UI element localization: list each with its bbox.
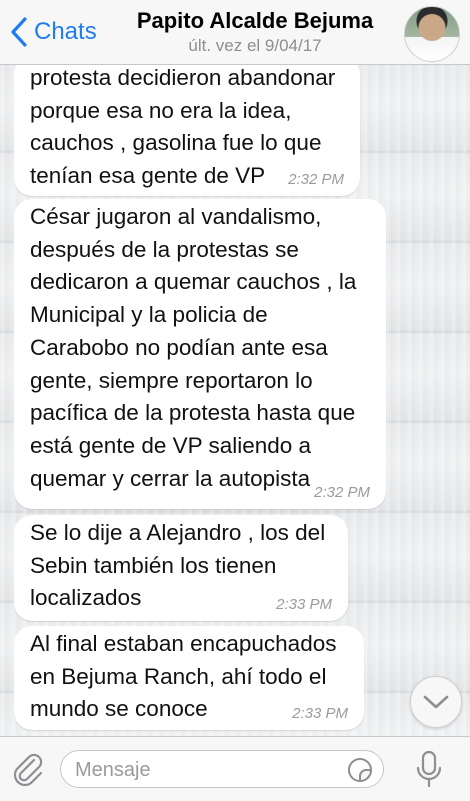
message-timestamp: 2:32 PM	[314, 484, 370, 501]
chevron-left-icon	[11, 17, 27, 47]
message-input-bar	[0, 736, 470, 801]
last-seen-status: últ. vez el 9/04/17	[188, 36, 322, 55]
message-bubble[interactable]: Al final estaban encapuchados en Bejuma …	[14, 626, 364, 730]
message-bubble[interactable]: César jugaron al vandalismo, después de …	[14, 199, 386, 509]
chevron-down-icon	[423, 695, 449, 709]
contact-avatar[interactable]	[404, 6, 460, 62]
message-timestamp: 2:33 PM	[276, 596, 332, 613]
back-button[interactable]: Chats	[10, 14, 97, 50]
microphone-icon[interactable]	[412, 749, 446, 789]
chat-header: Chats Papito Alcalde Bejuma últ. vez el …	[0, 0, 470, 65]
message-bubble[interactable]: Se lo dije a Alejandro , los del Sebin t…	[14, 515, 348, 621]
message-bubble[interactable]: protesta decidieron abandonar porque esa…	[14, 56, 360, 196]
message-field[interactable]	[60, 750, 384, 788]
message-timestamp: 2:32 PM	[288, 171, 344, 188]
paperclip-icon[interactable]	[10, 751, 46, 787]
message-input[interactable]	[73, 753, 337, 787]
message-timestamp: 2:33 PM	[292, 705, 348, 722]
message-list[interactable]: protesta decidieron abandonar porque esa…	[0, 0, 470, 800]
chat-title[interactable]: Papito Alcalde Bejuma	[110, 8, 400, 34]
sticker-icon[interactable]	[347, 757, 373, 783]
message-text: César jugaron al vandalismo, después de …	[30, 204, 357, 491]
back-label: Chats	[34, 18, 97, 45]
scroll-down-button[interactable]	[410, 676, 462, 728]
